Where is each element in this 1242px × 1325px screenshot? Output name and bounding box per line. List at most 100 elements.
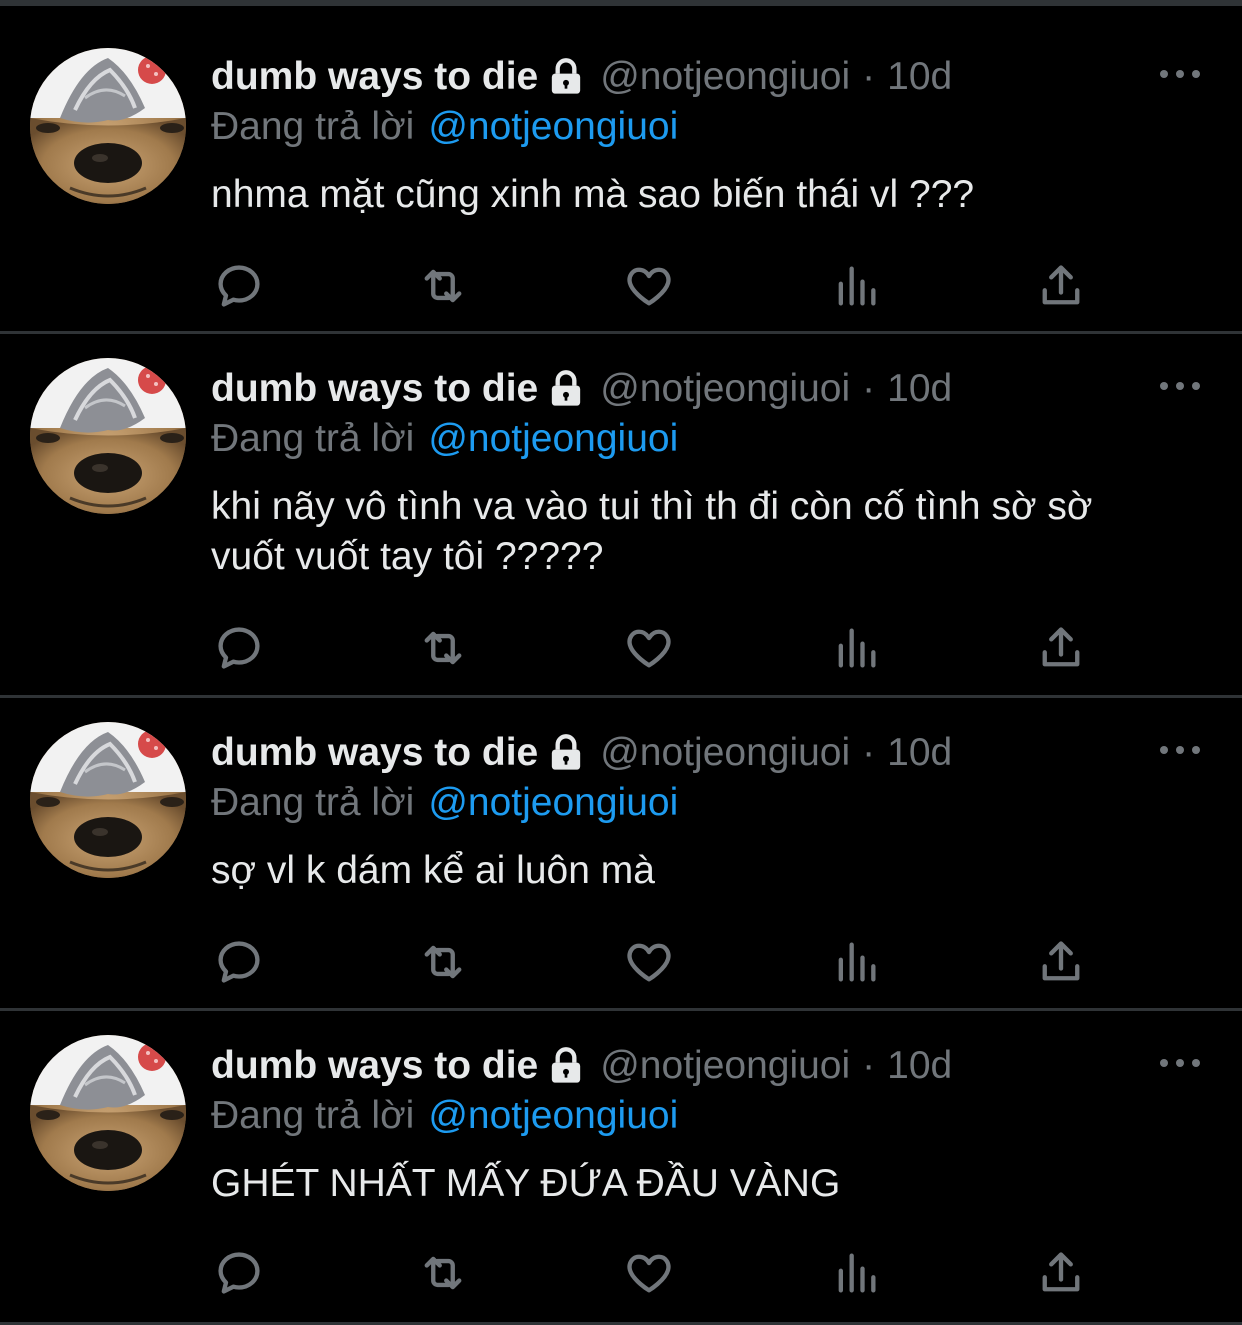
share-icon (1042, 1252, 1080, 1292)
tweet-text-line: nhma mặt cũng xinh mà sao biến thái vl ?… (211, 173, 975, 216)
replying-to: Đang trả lời @notjeongiuoi (211, 1091, 678, 1141)
analytics-icon (838, 628, 876, 668)
lock-icon (546, 369, 586, 409)
timestamp[interactable]: 10d (887, 728, 952, 778)
tweet-3[interactable]: dumb ways to die @notjeongiuoi · 10d Đan… (0, 698, 1242, 1011)
tweet-text: sợ vl k dám kể ai luôn mà (211, 846, 1221, 896)
analytics-icon (838, 1253, 876, 1293)
retweet-button[interactable] (415, 258, 471, 314)
retweet-icon (424, 269, 462, 303)
reply-icon (218, 941, 260, 983)
share-button[interactable] (1033, 1245, 1089, 1301)
reply-button[interactable] (211, 258, 267, 314)
tweet-header: dumb ways to die @notjeongiuoi · 10d (211, 728, 952, 778)
reply-icon (218, 265, 260, 307)
share-button[interactable] (1033, 620, 1089, 676)
analytics-icon (838, 942, 876, 982)
tweet-text-line: sợ vl k dám kể ai luôn mà (211, 849, 655, 892)
retweet-icon (424, 1256, 462, 1290)
separator: · (862, 1044, 876, 1087)
retweet-icon (424, 945, 462, 979)
replying-to: Đang trả lời @notjeongiuoi (211, 778, 678, 828)
reply-prefix: Đang trả lời (211, 417, 415, 460)
tweet-actions (211, 258, 1111, 314)
tweet-1[interactable]: dumb ways to die @notjeongiuoi · 10d Đan… (0, 6, 1242, 334)
lock-icon (546, 1046, 586, 1086)
avatar[interactable] (30, 1035, 186, 1191)
retweet-button[interactable] (415, 620, 471, 676)
handle[interactable]: @notjeongiuoi (600, 728, 850, 778)
tweet-4[interactable]: dumb ways to die @notjeongiuoi · 10d Đan… (0, 1011, 1242, 1325)
share-icon (1042, 941, 1080, 981)
tweet-text-line: khi nãy vô tình va vào tui thì th đi còn… (211, 485, 1093, 528)
separator: · (862, 55, 876, 98)
display-name[interactable]: dumb ways to die (211, 1041, 538, 1091)
heart-icon (627, 943, 671, 982)
lock-icon (546, 733, 586, 773)
tweet-2[interactable]: dumb ways to die @notjeongiuoi · 10d Đan… (0, 334, 1242, 698)
lock-icon (546, 57, 586, 97)
like-button[interactable] (621, 258, 677, 314)
more-horizontal-icon[interactable] (1158, 376, 1202, 396)
tweet-actions (211, 1245, 1111, 1301)
analytics-icon (838, 266, 876, 306)
tweet-text-line: GHÉT NHẤT MẤY ĐỨA ĐẦU VÀNG (211, 1162, 841, 1205)
share-icon (1042, 627, 1080, 667)
reply-mention-link[interactable]: @notjeongiuoi (428, 781, 678, 824)
reply-button[interactable] (211, 934, 267, 990)
tweet-header: dumb ways to die @notjeongiuoi · 10d (211, 1041, 952, 1091)
like-button[interactable] (621, 620, 677, 676)
retweet-button[interactable] (415, 1245, 471, 1301)
handle[interactable]: @notjeongiuoi (600, 364, 850, 414)
views-button[interactable] (828, 1245, 884, 1301)
reply-button[interactable] (211, 620, 267, 676)
separator: · (862, 367, 876, 410)
more-horizontal-icon[interactable] (1158, 1053, 1202, 1073)
tweet-header: dumb ways to die @notjeongiuoi · 10d (211, 364, 952, 414)
tweet-text: GHÉT NHẤT MẤY ĐỨA ĐẦU VÀNG (211, 1159, 1221, 1209)
reply-button[interactable] (211, 1245, 267, 1301)
views-button[interactable] (828, 934, 884, 990)
tweet-header: dumb ways to die @notjeongiuoi · 10d (211, 52, 952, 102)
handle[interactable]: @notjeongiuoi (600, 1041, 850, 1091)
reply-mention-link[interactable]: @notjeongiuoi (428, 105, 678, 148)
reply-prefix: Đang trả lời (211, 1094, 415, 1137)
like-button[interactable] (621, 1245, 677, 1301)
reply-mention-link[interactable]: @notjeongiuoi (428, 417, 678, 460)
timestamp[interactable]: 10d (887, 364, 952, 414)
timestamp[interactable]: 10d (887, 52, 952, 102)
display-name[interactable]: dumb ways to die (211, 52, 538, 102)
share-button[interactable] (1033, 934, 1089, 990)
tweet-actions (211, 934, 1111, 990)
avatar[interactable] (30, 358, 186, 514)
timestamp[interactable]: 10d (887, 1041, 952, 1091)
more-horizontal-icon[interactable] (1158, 740, 1202, 760)
reply-mention-link[interactable]: @notjeongiuoi (428, 1094, 678, 1137)
display-name[interactable]: dumb ways to die (211, 728, 538, 778)
replying-to: Đang trả lời @notjeongiuoi (211, 102, 678, 152)
avatar[interactable] (30, 722, 186, 878)
retweet-button[interactable] (415, 934, 471, 990)
avatar[interactable] (30, 48, 186, 204)
tweet-text: nhma mặt cũng xinh mà sao biến thái vl ?… (211, 170, 1221, 220)
tweet-actions (211, 620, 1111, 676)
reply-icon (218, 1252, 260, 1294)
heart-icon (627, 267, 671, 306)
display-name[interactable]: dumb ways to die (211, 364, 538, 414)
like-button[interactable] (621, 934, 677, 990)
replying-to: Đang trả lời @notjeongiuoi (211, 414, 678, 464)
reply-prefix: Đang trả lời (211, 781, 415, 824)
more-horizontal-icon[interactable] (1158, 64, 1202, 84)
views-button[interactable] (828, 620, 884, 676)
share-button[interactable] (1033, 258, 1089, 314)
views-button[interactable] (828, 258, 884, 314)
tweet-text: khi nãy vô tình va vào tui thì th đi còn… (211, 482, 1221, 582)
heart-icon (627, 1254, 671, 1293)
retweet-icon (424, 631, 462, 665)
share-icon (1042, 265, 1080, 305)
reply-prefix: Đang trả lời (211, 105, 415, 148)
reply-icon (218, 627, 260, 669)
separator: · (862, 731, 876, 774)
heart-icon (627, 629, 671, 668)
handle[interactable]: @notjeongiuoi (600, 52, 850, 102)
